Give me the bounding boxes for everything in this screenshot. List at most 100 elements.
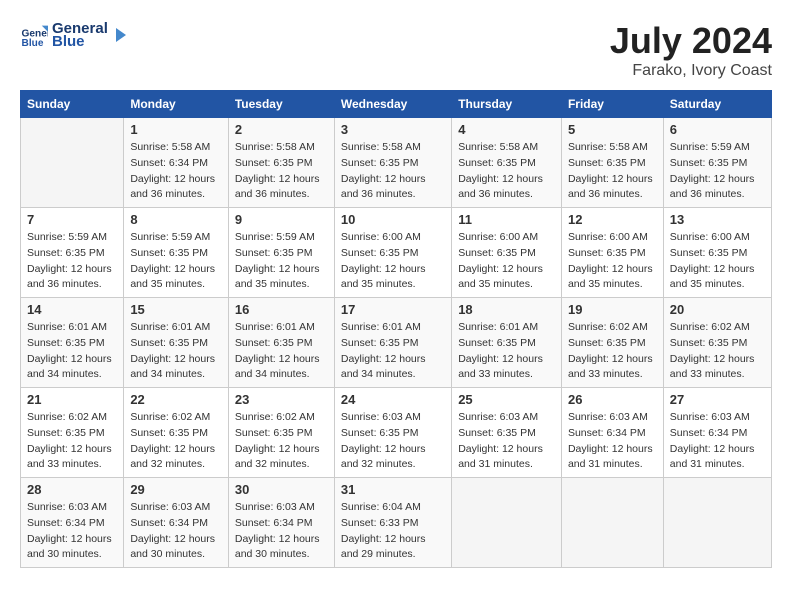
- day-info: Sunrise: 6:03 AM Sunset: 6:34 PM Dayligh…: [27, 500, 117, 563]
- day-info: Sunrise: 6:01 AM Sunset: 6:35 PM Dayligh…: [341, 320, 445, 383]
- header-monday: Monday: [124, 91, 229, 118]
- header-sunday: Sunday: [21, 91, 124, 118]
- calendar-cell: 1 Sunrise: 5:58 AM Sunset: 6:34 PM Dayli…: [124, 118, 229, 208]
- calendar-cell: 20 Sunrise: 6:02 AM Sunset: 6:35 PM Dayl…: [663, 298, 771, 388]
- day-number: 18: [458, 302, 555, 317]
- day-number: 24: [341, 392, 445, 407]
- calendar-cell: 25 Sunrise: 6:03 AM Sunset: 6:35 PM Dayl…: [452, 388, 562, 478]
- calendar-cell: 7 Sunrise: 5:59 AM Sunset: 6:35 PM Dayli…: [21, 208, 124, 298]
- day-info: Sunrise: 5:58 AM Sunset: 6:35 PM Dayligh…: [458, 140, 555, 203]
- calendar-cell: 23 Sunrise: 6:02 AM Sunset: 6:35 PM Dayl…: [228, 388, 334, 478]
- calendar-cell: 31 Sunrise: 6:04 AM Sunset: 6:33 PM Dayl…: [334, 478, 451, 568]
- day-info: Sunrise: 6:01 AM Sunset: 6:35 PM Dayligh…: [458, 320, 555, 383]
- calendar-cell: 21 Sunrise: 6:02 AM Sunset: 6:35 PM Dayl…: [21, 388, 124, 478]
- page-header: General Blue General Blue July 2024 Fara…: [20, 20, 772, 80]
- day-number: 28: [27, 482, 117, 497]
- day-info: Sunrise: 5:59 AM Sunset: 6:35 PM Dayligh…: [130, 230, 222, 293]
- calendar-cell: [561, 478, 663, 568]
- logo-arrow-icon: [112, 26, 130, 44]
- day-info: Sunrise: 6:01 AM Sunset: 6:35 PM Dayligh…: [235, 320, 328, 383]
- calendar-title: July 2024: [610, 20, 772, 62]
- day-number: 5: [568, 122, 657, 137]
- day-number: 21: [27, 392, 117, 407]
- calendar-cell: 16 Sunrise: 6:01 AM Sunset: 6:35 PM Dayl…: [228, 298, 334, 388]
- calendar-body: 1 Sunrise: 5:58 AM Sunset: 6:34 PM Dayli…: [21, 118, 772, 568]
- calendar-table: Sunday Monday Tuesday Wednesday Thursday…: [20, 90, 772, 568]
- title-block: July 2024 Farako, Ivory Coast: [610, 20, 772, 80]
- day-number: 17: [341, 302, 445, 317]
- day-info: Sunrise: 6:01 AM Sunset: 6:35 PM Dayligh…: [27, 320, 117, 383]
- day-info: Sunrise: 6:02 AM Sunset: 6:35 PM Dayligh…: [27, 410, 117, 473]
- day-info: Sunrise: 6:02 AM Sunset: 6:35 PM Dayligh…: [235, 410, 328, 473]
- calendar-header: Sunday Monday Tuesday Wednesday Thursday…: [21, 91, 772, 118]
- week-row-5: 28 Sunrise: 6:03 AM Sunset: 6:34 PM Dayl…: [21, 478, 772, 568]
- header-row: Sunday Monday Tuesday Wednesday Thursday…: [21, 91, 772, 118]
- day-number: 30: [235, 482, 328, 497]
- day-info: Sunrise: 6:00 AM Sunset: 6:35 PM Dayligh…: [568, 230, 657, 293]
- week-row-3: 14 Sunrise: 6:01 AM Sunset: 6:35 PM Dayl…: [21, 298, 772, 388]
- day-info: Sunrise: 6:02 AM Sunset: 6:35 PM Dayligh…: [130, 410, 222, 473]
- calendar-cell: 15 Sunrise: 6:01 AM Sunset: 6:35 PM Dayl…: [124, 298, 229, 388]
- day-number: 19: [568, 302, 657, 317]
- day-info: Sunrise: 5:58 AM Sunset: 6:35 PM Dayligh…: [341, 140, 445, 203]
- day-info: Sunrise: 5:59 AM Sunset: 6:35 PM Dayligh…: [27, 230, 117, 293]
- header-friday: Friday: [561, 91, 663, 118]
- day-number: 12: [568, 212, 657, 227]
- header-wednesday: Wednesday: [334, 91, 451, 118]
- calendar-cell: [21, 118, 124, 208]
- calendar-cell: 9 Sunrise: 5:59 AM Sunset: 6:35 PM Dayli…: [228, 208, 334, 298]
- day-info: Sunrise: 5:58 AM Sunset: 6:35 PM Dayligh…: [235, 140, 328, 203]
- day-info: Sunrise: 5:58 AM Sunset: 6:34 PM Dayligh…: [130, 140, 222, 203]
- day-number: 22: [130, 392, 222, 407]
- day-number: 11: [458, 212, 555, 227]
- calendar-cell: [452, 478, 562, 568]
- day-info: Sunrise: 6:02 AM Sunset: 6:35 PM Dayligh…: [568, 320, 657, 383]
- calendar-cell: 29 Sunrise: 6:03 AM Sunset: 6:34 PM Dayl…: [124, 478, 229, 568]
- header-tuesday: Tuesday: [228, 91, 334, 118]
- day-number: 15: [130, 302, 222, 317]
- day-info: Sunrise: 6:03 AM Sunset: 6:35 PM Dayligh…: [341, 410, 445, 473]
- day-number: 26: [568, 392, 657, 407]
- day-info: Sunrise: 6:01 AM Sunset: 6:35 PM Dayligh…: [130, 320, 222, 383]
- day-info: Sunrise: 5:59 AM Sunset: 6:35 PM Dayligh…: [670, 140, 765, 203]
- day-number: 13: [670, 212, 765, 227]
- day-info: Sunrise: 6:03 AM Sunset: 6:34 PM Dayligh…: [130, 500, 222, 563]
- calendar-subtitle: Farako, Ivory Coast: [610, 62, 772, 80]
- day-number: 23: [235, 392, 328, 407]
- svg-text:Blue: Blue: [22, 38, 44, 49]
- calendar-cell: 14 Sunrise: 6:01 AM Sunset: 6:35 PM Dayl…: [21, 298, 124, 388]
- calendar-cell: 19 Sunrise: 6:02 AM Sunset: 6:35 PM Dayl…: [561, 298, 663, 388]
- calendar-cell: 30 Sunrise: 6:03 AM Sunset: 6:34 PM Dayl…: [228, 478, 334, 568]
- day-info: Sunrise: 6:03 AM Sunset: 6:34 PM Dayligh…: [670, 410, 765, 473]
- day-info: Sunrise: 6:02 AM Sunset: 6:35 PM Dayligh…: [670, 320, 765, 383]
- day-number: 27: [670, 392, 765, 407]
- day-number: 7: [27, 212, 117, 227]
- day-number: 9: [235, 212, 328, 227]
- calendar-cell: 10 Sunrise: 6:00 AM Sunset: 6:35 PM Dayl…: [334, 208, 451, 298]
- logo: General Blue General Blue: [20, 20, 130, 50]
- day-info: Sunrise: 6:00 AM Sunset: 6:35 PM Dayligh…: [341, 230, 445, 293]
- day-number: 25: [458, 392, 555, 407]
- calendar-cell: 6 Sunrise: 5:59 AM Sunset: 6:35 PM Dayli…: [663, 118, 771, 208]
- calendar-cell: 3 Sunrise: 5:58 AM Sunset: 6:35 PM Dayli…: [334, 118, 451, 208]
- calendar-cell: 5 Sunrise: 5:58 AM Sunset: 6:35 PM Dayli…: [561, 118, 663, 208]
- header-saturday: Saturday: [663, 91, 771, 118]
- day-info: Sunrise: 6:03 AM Sunset: 6:35 PM Dayligh…: [458, 410, 555, 473]
- day-number: 20: [670, 302, 765, 317]
- logo-icon: General Blue: [20, 21, 48, 49]
- calendar-cell: 4 Sunrise: 5:58 AM Sunset: 6:35 PM Dayli…: [452, 118, 562, 208]
- day-info: Sunrise: 6:00 AM Sunset: 6:35 PM Dayligh…: [670, 230, 765, 293]
- calendar-cell: 12 Sunrise: 6:00 AM Sunset: 6:35 PM Dayl…: [561, 208, 663, 298]
- calendar-cell: 8 Sunrise: 5:59 AM Sunset: 6:35 PM Dayli…: [124, 208, 229, 298]
- day-number: 8: [130, 212, 222, 227]
- calendar-cell: 18 Sunrise: 6:01 AM Sunset: 6:35 PM Dayl…: [452, 298, 562, 388]
- calendar-cell: [663, 478, 771, 568]
- calendar-cell: 26 Sunrise: 6:03 AM Sunset: 6:34 PM Dayl…: [561, 388, 663, 478]
- day-number: 29: [130, 482, 222, 497]
- day-info: Sunrise: 6:00 AM Sunset: 6:35 PM Dayligh…: [458, 230, 555, 293]
- day-number: 6: [670, 122, 765, 137]
- week-row-2: 7 Sunrise: 5:59 AM Sunset: 6:35 PM Dayli…: [21, 208, 772, 298]
- day-info: Sunrise: 6:03 AM Sunset: 6:34 PM Dayligh…: [235, 500, 328, 563]
- week-row-4: 21 Sunrise: 6:02 AM Sunset: 6:35 PM Dayl…: [21, 388, 772, 478]
- day-number: 1: [130, 122, 222, 137]
